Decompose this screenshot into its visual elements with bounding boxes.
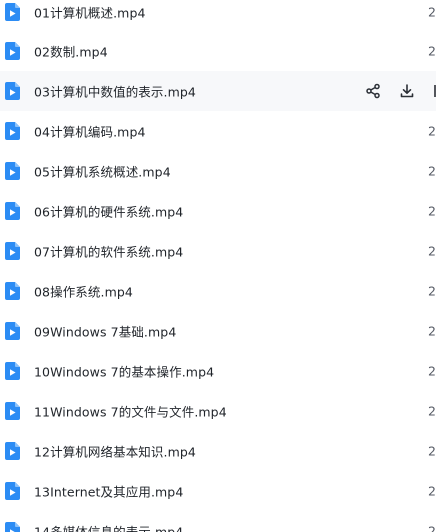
file-date: 2	[428, 523, 436, 532]
file-name[interactable]: 02数制.mp4	[34, 42, 108, 61]
file-row[interactable]: 02数制.mp4 2	[0, 31, 436, 71]
file-name[interactable]: 09Windows 7基础.mp4	[34, 322, 176, 341]
file-name[interactable]: 12计算机网络基本知识.mp4	[34, 442, 196, 461]
file-date: 2	[428, 403, 436, 419]
file-row[interactable]: 09Windows 7基础.mp4 2	[0, 311, 436, 351]
file-name[interactable]: 07计算机的软件系统.mp4	[34, 242, 183, 261]
more-icon[interactable]	[427, 83, 436, 99]
file-row[interactable]: 03计算机中数值的表示.mp4	[0, 71, 436, 111]
file-date: 2	[428, 483, 436, 499]
file-row[interactable]: 06计算机的硬件系统.mp4 2	[0, 191, 436, 231]
file-row[interactable]: 01计算机概述.mp4 2	[0, 0, 436, 32]
video-file-icon	[5, 82, 20, 100]
file-row[interactable]: 12计算机网络基本知识.mp4 2	[0, 431, 436, 471]
video-file-icon	[5, 122, 20, 140]
video-file-icon	[5, 362, 20, 380]
file-name[interactable]: 13Internet及其应用.mp4	[34, 482, 183, 501]
file-name[interactable]: 06计算机的硬件系统.mp4	[34, 202, 183, 221]
file-date: 2	[428, 123, 436, 139]
video-file-icon	[5, 242, 20, 260]
file-name[interactable]: 10Windows 7的基本操作.mp4	[34, 362, 214, 381]
file-date: 2	[428, 203, 436, 219]
download-icon[interactable]	[399, 83, 415, 99]
file-name[interactable]: 11Windows 7的文件与文件.mp4	[34, 402, 227, 421]
file-list: 01计算机概述.mp4 2 02数制.mp4 2 03计算机中数值的表示.mp4 04计算…	[0, 0, 436, 532]
file-name[interactable]: 08操作系统.mp4	[34, 282, 133, 301]
file-row[interactable]: 14多媒体信息的表示.mp4 2	[0, 511, 436, 532]
video-file-icon	[5, 42, 20, 60]
video-file-icon	[5, 282, 20, 300]
file-date: 2	[428, 443, 436, 459]
video-file-icon	[5, 322, 20, 340]
file-row[interactable]: 11Windows 7的文件与文件.mp4 2	[0, 391, 436, 431]
file-row[interactable]: 07计算机的软件系统.mp4 2	[0, 231, 436, 271]
share-icon[interactable]	[365, 83, 381, 99]
file-date: 2	[428, 323, 436, 339]
video-file-icon	[5, 442, 20, 460]
video-file-icon	[5, 482, 20, 500]
video-file-icon	[5, 522, 20, 532]
file-date: 2	[428, 363, 436, 379]
file-name[interactable]: 01计算机概述.mp4	[34, 3, 146, 22]
video-file-icon	[5, 3, 20, 21]
file-date: 2	[428, 283, 436, 299]
file-name[interactable]: 05计算机系统概述.mp4	[34, 162, 171, 181]
video-file-icon	[5, 202, 20, 220]
file-name[interactable]: 14多媒体信息的表示.mp4	[34, 522, 183, 532]
file-date: 2	[428, 163, 436, 179]
file-name[interactable]: 04计算机编码.mp4	[34, 122, 146, 141]
file-name[interactable]: 03计算机中数值的表示.mp4	[34, 82, 196, 101]
row-actions	[360, 81, 436, 101]
file-row[interactable]: 13Internet及其应用.mp4 2	[0, 471, 436, 511]
video-file-icon	[5, 402, 20, 420]
video-file-icon	[5, 162, 20, 180]
file-row[interactable]: 04计算机编码.mp4 2	[0, 111, 436, 151]
file-row[interactable]: 10Windows 7的基本操作.mp4 2	[0, 351, 436, 391]
file-date: 2	[428, 243, 436, 259]
file-date: 2	[428, 4, 436, 20]
file-date: 2	[428, 43, 436, 59]
file-row[interactable]: 08操作系统.mp4 2	[0, 271, 436, 311]
file-row[interactable]: 05计算机系统概述.mp4 2	[0, 151, 436, 191]
